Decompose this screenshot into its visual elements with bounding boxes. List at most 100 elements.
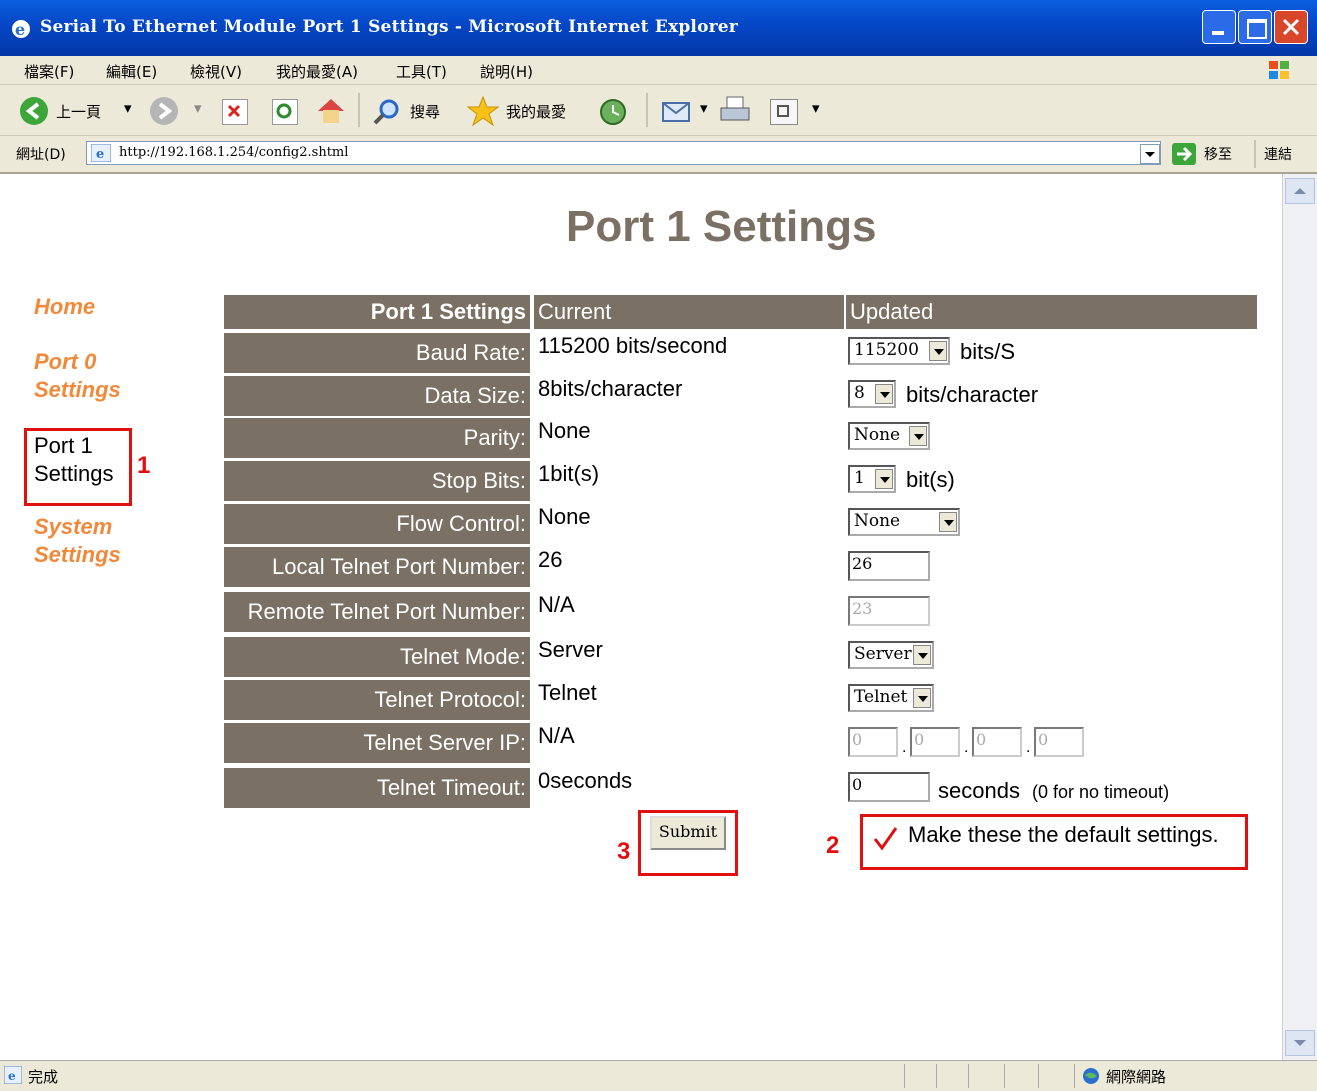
address-label: 網址(D) (16, 147, 66, 163)
svg-text:e: e (15, 20, 25, 39)
favorites-button-label[interactable]: 我的最愛 (506, 101, 566, 122)
chevron-down-icon[interactable] (939, 512, 957, 532)
chevron-down-icon[interactable] (929, 341, 947, 361)
minimize-icon[interactable] (1202, 10, 1236, 44)
annotation-box-3 (638, 810, 738, 876)
toolbar: 上一頁 ▾ ▾ 搜尋 我的最愛 ▾ ▾ (0, 85, 1317, 136)
row-label: Remote Telnet Port Number: (224, 592, 530, 632)
annotation-number-3: 3 (617, 838, 631, 865)
row-label: Telnet Protocol: (224, 680, 530, 720)
server-ip-octet-3[interactable]: 0 (972, 727, 1022, 757)
scroll-down-icon[interactable] (1285, 1030, 1315, 1056)
address-bar: 網址(D) e http://192.168.1.254/config2.sht… (0, 136, 1317, 174)
row-current: 0seconds (538, 768, 633, 793)
row-current: Telnet (538, 680, 597, 705)
more-dropdown-icon[interactable]: ▾ (812, 99, 820, 117)
row-current: N/A (538, 723, 575, 748)
baud-rate-unit: bits/S (960, 339, 1016, 364)
mail-dropdown-icon[interactable]: ▾ (700, 99, 708, 117)
row-current: 1bit(s) (538, 461, 600, 486)
address-dropdown-icon[interactable] (1140, 144, 1160, 164)
stop-bits-select[interactable]: 1 (848, 465, 896, 493)
telnet-timeout-input[interactable]: 0 (848, 772, 930, 802)
chevron-down-icon[interactable] (913, 645, 931, 665)
nav-home-link[interactable]: Home (34, 293, 95, 321)
favorites-star-icon[interactable] (466, 95, 500, 127)
address-input[interactable]: e http://192.168.1.254/config2.shtml (86, 141, 1161, 165)
stop-bits-unit: bit(s) (906, 467, 955, 492)
back-button-label[interactable]: 上一頁 (56, 101, 101, 122)
telnet-mode-select[interactable]: Server (848, 641, 934, 669)
server-ip-octet-1[interactable]: 0 (848, 727, 898, 757)
server-ip-octet-2[interactable]: 0 (910, 727, 960, 757)
scroll-up-icon[interactable] (1285, 178, 1315, 204)
print-icon[interactable] (718, 95, 754, 127)
menu-bar: 檔案(F) 編輯(E) 檢視(V) 我的最愛(A) 工具(T) 說明(H) (0, 56, 1317, 85)
row-label: Stop Bits: (224, 461, 530, 501)
refresh-icon[interactable] (272, 99, 298, 125)
header-updated: Updated (846, 295, 1257, 329)
forward-dropdown-icon[interactable]: ▾ (194, 99, 202, 117)
row-current: 8bits/character (538, 376, 683, 401)
row-label: Telnet Server IP: (224, 723, 530, 763)
back-dropdown-icon[interactable]: ▾ (124, 99, 132, 117)
home-icon[interactable] (314, 95, 348, 127)
server-ip-octet-4[interactable]: 0 (1034, 727, 1084, 757)
menu-edit[interactable]: 編輯(E) (106, 61, 157, 82)
chevron-down-icon[interactable] (913, 688, 931, 708)
stop-icon[interactable] (222, 99, 248, 125)
history-icon[interactable] (598, 97, 628, 127)
ie-logo-icon: e (10, 18, 32, 40)
telnet-protocol-select[interactable]: Telnet (848, 684, 934, 712)
row-label: Parity: (224, 418, 530, 458)
chevron-down-icon[interactable] (875, 384, 893, 404)
menu-favorites[interactable]: 我的最愛(A) (276, 61, 358, 82)
windows-flag-icon (1266, 58, 1292, 82)
status-text: 完成 (28, 1068, 59, 1086)
chevron-down-icon[interactable] (875, 469, 893, 489)
row-current: 115200 bits/second (538, 333, 728, 358)
nav-port0-link[interactable]: Port 0 Settings (34, 348, 121, 404)
menu-view[interactable]: 檢視(V) (190, 61, 242, 82)
edit-page-icon[interactable] (770, 99, 798, 125)
svg-text:e: e (96, 147, 104, 162)
mail-icon[interactable] (660, 97, 694, 125)
status-bar: e 完成 網際網路 (0, 1060, 1317, 1091)
back-arrow-icon[interactable] (18, 95, 50, 127)
go-button-label[interactable]: 移至 (1204, 144, 1232, 164)
flow-control-select[interactable]: None (848, 508, 960, 536)
annotation-number-2: 2 (826, 832, 840, 859)
parity-select[interactable]: None (848, 422, 930, 450)
search-button-label[interactable]: 搜尋 (410, 101, 440, 122)
window-title-bar: e Serial To Ethernet Module Port 1 Setti… (0, 0, 1317, 56)
close-icon[interactable] (1274, 10, 1308, 44)
search-icon[interactable] (372, 97, 402, 127)
window-title: Serial To Ethernet Module Port 1 Setting… (40, 17, 738, 37)
row-label: Local Telnet Port Number: (224, 547, 530, 587)
data-size-unit: bits/character (906, 382, 1039, 407)
row-current: N/A (538, 592, 575, 617)
chevron-down-icon[interactable] (909, 426, 927, 446)
menu-help[interactable]: 說明(H) (480, 61, 533, 82)
page-title: Port 1 Settings (566, 202, 877, 251)
page-done-icon: e (3, 1065, 23, 1085)
nav-system-link[interactable]: System Settings (34, 513, 121, 569)
table-header: Port 1 Settings Current Updated (224, 295, 1257, 329)
remote-port-input[interactable]: 23 (848, 596, 930, 626)
row-label: Data Size: (224, 376, 530, 416)
forward-arrow-icon[interactable] (148, 95, 180, 127)
menu-file[interactable]: 檔案(F) (24, 61, 74, 82)
menu-tools[interactable]: 工具(T) (396, 61, 447, 82)
go-arrow-icon[interactable] (1172, 143, 1196, 165)
data-size-select[interactable]: 8 (848, 380, 896, 408)
local-port-input[interactable]: 26 (848, 551, 930, 581)
baud-rate-select[interactable]: 115200 (848, 337, 950, 365)
links-label[interactable]: 連結 (1264, 144, 1292, 164)
zone-text: 網際網路 (1106, 1068, 1167, 1086)
maximize-icon[interactable] (1238, 10, 1272, 44)
row-current: None (538, 418, 591, 443)
annotation-box-2 (860, 814, 1248, 870)
timeout-unit: seconds (938, 778, 1020, 803)
internet-zone-icon (1082, 1067, 1100, 1085)
vertical-scrollbar[interactable] (1282, 174, 1317, 1060)
